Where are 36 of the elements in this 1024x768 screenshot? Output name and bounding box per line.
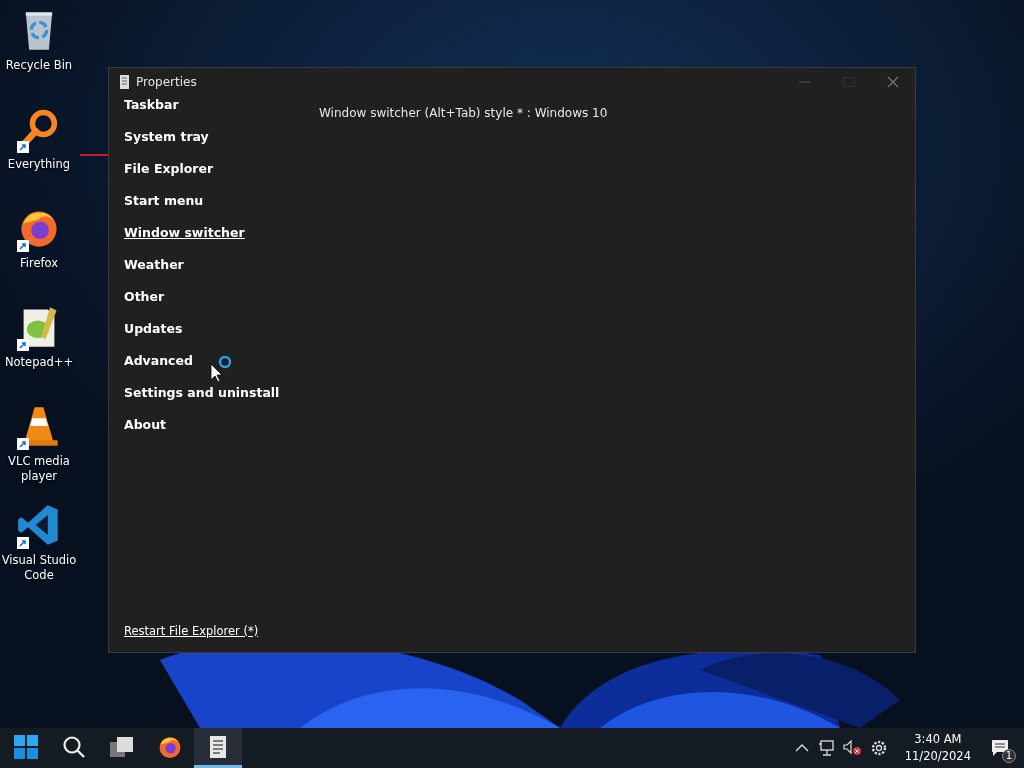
task-view-icon[interactable] [110,735,134,758]
start-icon[interactable] [14,734,38,759]
code-editor-icon [17,503,61,547]
setting-option[interactable]: Window switcher (Alt+Tab) style * : Windows 10 [319,106,608,120]
restart-link[interactable]: Restart File Explorer (*) [124,624,259,638]
clock-date[interactable]: 11/20/2024 [904,748,971,765]
desktop-icon-label[interactable]: Visual Studio Code [1,553,77,583]
nav-link[interactable]: Window switcher [124,224,245,256]
nav-link[interactable]: Start menu [124,192,204,224]
window-title: Properties [136,75,197,89]
busy-cursor-icon [210,356,234,382]
desktop-icon-label[interactable]: Everything [1,157,77,172]
desktop-icon-label[interactable]: Recycle Bin [1,58,77,73]
nav-link[interactable]: Advanced [124,352,193,384]
notification-count: 1 [1002,749,1016,763]
nav-link[interactable]: About [124,416,167,448]
nav-link[interactable]: Settings and uninstall [124,384,280,416]
nav-link[interactable]: Taskbar [124,96,179,128]
document-icon[interactable] [209,735,227,758]
nav-link[interactable]: Updates [124,320,183,352]
nav-link[interactable]: Weather [124,256,184,288]
chevron-up-icon[interactable] [794,744,809,752]
desktop-icon-label[interactable]: Firefox [1,256,77,271]
desktop-icon-label[interactable]: Notepad++ [1,355,77,370]
clock-time[interactable]: 3:40 AM [914,731,962,748]
taskbar-button[interactable] [194,728,242,768]
nav-link[interactable]: File Explorer [124,160,214,192]
document-icon [119,75,130,89]
search-icon[interactable] [62,734,86,759]
muted-speaker-icon[interactable] [842,740,861,756]
close-icon[interactable] [887,76,899,88]
gear-icon[interactable] [869,739,888,757]
desktop-icon-label[interactable]: VLC media player [1,454,77,484]
nav-link[interactable]: System tray [124,128,209,160]
nav-link[interactable]: Other [124,288,165,320]
network-icon[interactable] [817,740,834,756]
